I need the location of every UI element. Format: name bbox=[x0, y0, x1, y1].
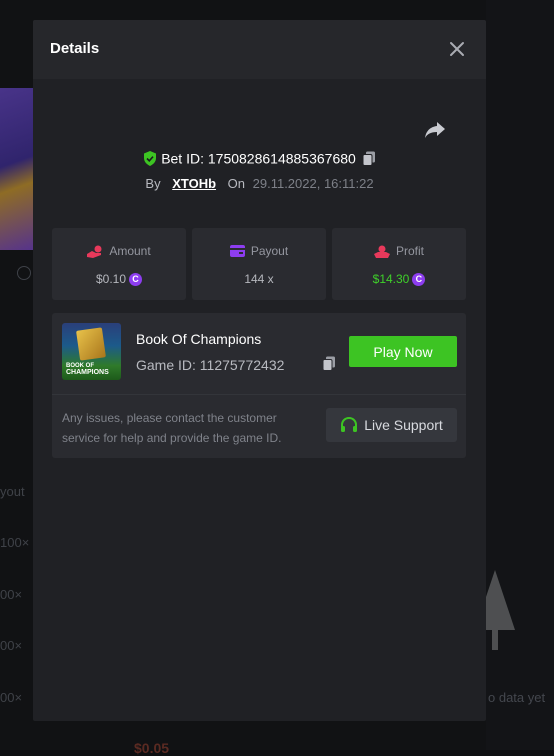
payout-value: 144 x bbox=[244, 272, 274, 286]
wallet-icon bbox=[229, 245, 245, 257]
profit-icon bbox=[373, 245, 390, 258]
bet-stats: Amount $0.10 C Payout 144 x Profit $14.3… bbox=[52, 228, 466, 300]
bet-id: Bet ID: 1750828614885367680 bbox=[161, 150, 356, 167]
bet-details-modal: Details Bet ID: 1750828614885367680 By X… bbox=[33, 20, 486, 721]
modal-header: Details bbox=[33, 20, 486, 79]
copy-icon[interactable] bbox=[322, 356, 336, 371]
background-column-label: 100× bbox=[0, 535, 30, 550]
game-id: Game ID: 11275772432 bbox=[136, 357, 285, 373]
modal-title: Details bbox=[50, 40, 100, 57]
game-panel: BOOK OF CHAMPIONS Book Of Champions Game… bbox=[52, 313, 466, 458]
bet-author-row: By XTOHb On 29.11.2022, 16:11:22 bbox=[33, 176, 486, 191]
book-icon bbox=[76, 327, 106, 361]
bet-id-row: Bet ID: 1750828614885367680 bbox=[33, 149, 486, 166]
payout-label: Payout bbox=[250, 244, 289, 258]
bet-date: 29.11.2022, 16:11:22 bbox=[252, 176, 374, 191]
game-thumbnail[interactable]: BOOK OF CHAMPIONS bbox=[62, 323, 121, 380]
live-support-label: Live Support bbox=[364, 417, 443, 433]
game-title: Book Of Champions bbox=[136, 331, 262, 347]
no-data-text: o data yet bbox=[488, 690, 546, 705]
profit-stat: Profit $14.30 C bbox=[332, 228, 466, 300]
username-link[interactable]: XTOHb bbox=[172, 176, 216, 191]
background-column-label: 00× bbox=[0, 638, 23, 653]
by-label: By bbox=[145, 176, 161, 191]
coin-icon: C bbox=[412, 272, 426, 286]
thumbnail-text: CHAMPIONS bbox=[66, 369, 109, 376]
info-icon bbox=[17, 266, 31, 280]
headset-icon bbox=[341, 417, 358, 432]
live-support-button[interactable]: Live Support bbox=[326, 408, 457, 442]
on-label: On bbox=[227, 176, 245, 191]
amount-label: Amount bbox=[109, 244, 151, 258]
background-amount: $0.05 bbox=[134, 740, 170, 756]
share-icon[interactable] bbox=[423, 120, 447, 140]
shield-check-icon bbox=[144, 150, 157, 166]
background-column-label: yout bbox=[0, 484, 25, 499]
amount-icon bbox=[87, 245, 102, 258]
payout-stat: Payout 144 x bbox=[192, 228, 326, 300]
profit-value: $14.30 bbox=[372, 272, 410, 286]
profit-label: Profit bbox=[395, 244, 424, 258]
copy-icon[interactable] bbox=[362, 151, 376, 166]
amount-value: $0.10 bbox=[95, 272, 127, 286]
amount-stat: Amount $0.10 C bbox=[52, 228, 186, 300]
background-column-label: 00× bbox=[0, 690, 23, 705]
play-now-button[interactable]: Play Now bbox=[349, 336, 457, 367]
background-column-label: 00× bbox=[0, 587, 23, 602]
support-message: Any issues, please contact the customer … bbox=[62, 411, 282, 445]
close-icon[interactable] bbox=[446, 38, 468, 60]
coin-icon: C bbox=[129, 272, 143, 286]
divider bbox=[52, 394, 466, 395]
